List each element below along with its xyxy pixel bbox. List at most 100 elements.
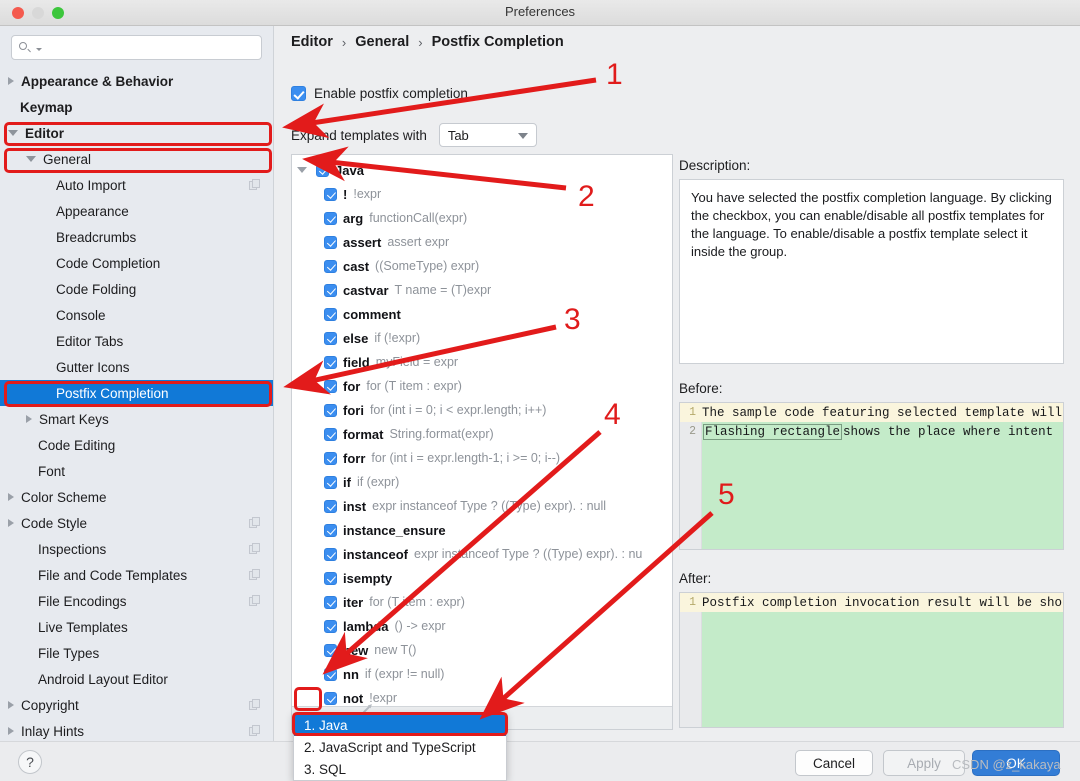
template-checkbox[interactable] [324, 691, 337, 705]
template-row[interactable]: else if (!expr) [292, 326, 672, 350]
template-checkbox[interactable] [324, 595, 337, 609]
template-row[interactable]: nn if (expr != null) [292, 662, 672, 686]
template-row[interactable]: instance_ensure [292, 518, 672, 542]
template-checkbox[interactable] [324, 259, 337, 273]
popup-menu-item[interactable]: 3. SQL [294, 758, 506, 780]
chevron-right-icon[interactable] [8, 77, 14, 85]
template-checkbox[interactable] [324, 667, 337, 681]
sidebar-item-general[interactable]: General [0, 146, 273, 172]
template-checkbox[interactable] [324, 499, 337, 513]
settings-tree[interactable]: Appearance & Behavior Keymap Editor General… [0, 64, 273, 741]
sidebar-item-postfix-completion[interactable]: Postfix Completion [0, 380, 273, 406]
sidebar-item-code-style[interactable]: Code Style [0, 510, 273, 536]
template-checkbox[interactable] [324, 187, 337, 201]
sidebar-item-editor-tabs[interactable]: Editor Tabs [0, 328, 273, 354]
chevron-right-icon[interactable] [8, 493, 14, 501]
expand-templates-select[interactable]: Tab [438, 123, 537, 147]
template-checkbox[interactable] [324, 427, 337, 441]
template-row[interactable]: new new T() [292, 638, 672, 662]
sidebar-item-file-types[interactable]: File Types [0, 640, 273, 666]
enable-postfix-checkbox[interactable] [291, 86, 306, 101]
template-description: for (int i = expr.length-1; i >= 0; i--) [371, 451, 561, 465]
template-row[interactable]: ! !expr [292, 182, 672, 206]
template-group-checkbox[interactable] [316, 163, 329, 177]
sidebar-item-copyright[interactable]: Copyright [0, 692, 273, 718]
template-checkbox[interactable] [324, 547, 337, 561]
chevron-right-icon[interactable] [8, 701, 14, 709]
template-row[interactable]: not !expr [292, 686, 672, 707]
template-checkbox[interactable] [324, 235, 337, 249]
settings-sidebar[interactable]: Appearance & Behavior Keymap Editor General… [0, 26, 274, 741]
language-popup-menu[interactable]: 1. Java 2. JavaScript and TypeScript 3. SQ… [293, 713, 507, 781]
template-row[interactable]: arg functionCall(expr) [292, 206, 672, 230]
template-row[interactable]: for for (T item : expr) [292, 374, 672, 398]
template-checkbox[interactable] [324, 283, 337, 297]
enable-postfix-row[interactable]: Enable postfix completion [291, 86, 468, 101]
template-list-panel[interactable]: Java! !expr arg functionCall(expr) assert ass… [291, 154, 673, 730]
template-checkbox[interactable] [324, 403, 337, 417]
sidebar-item-font[interactable]: Font [0, 458, 273, 484]
sidebar-item-appearance[interactable]: Appearance [0, 198, 273, 224]
sidebar-item-auto-import[interactable]: Auto Import [0, 172, 273, 198]
template-row[interactable]: if if (expr) [292, 470, 672, 494]
template-row[interactable]: comment [292, 302, 672, 326]
template-checkbox[interactable] [324, 475, 337, 489]
sidebar-item-breadcrumbs[interactable]: Breadcrumbs [0, 224, 273, 250]
sidebar-item-smart-keys[interactable]: Smart Keys [0, 406, 273, 432]
template-row[interactable]: castvar T name = (T)expr [292, 278, 672, 302]
template-row[interactable]: forr for (int i = expr.length-1; i >= 0; … [292, 446, 672, 470]
template-checkbox[interactable] [324, 451, 337, 465]
chevron-down-icon[interactable] [297, 167, 307, 173]
search-input[interactable] [11, 35, 262, 60]
popup-menu-item[interactable]: 2. JavaScript and TypeScript [294, 736, 506, 758]
sidebar-item-inspections[interactable]: Inspections [0, 536, 273, 562]
sidebar-item-appearance-behavior[interactable]: Appearance & Behavior [0, 68, 273, 94]
sidebar-item-gutter-icons[interactable]: Gutter Icons [0, 354, 273, 380]
template-row[interactable]: isempty [292, 566, 672, 590]
sidebar-item-live-templates[interactable]: Live Templates [0, 614, 273, 640]
code-text: shows the place where intent [843, 424, 1054, 439]
chevron-right-icon[interactable] [8, 727, 14, 735]
sidebar-item-android-layout-editor[interactable]: Android Layout Editor [0, 666, 273, 692]
template-checkbox[interactable] [324, 331, 337, 345]
breadcrumb-part[interactable]: Editor [291, 34, 333, 50]
template-checkbox[interactable] [324, 379, 337, 393]
template-row[interactable]: instanceof expr instanceof Type ? ((Type)… [292, 542, 672, 566]
template-checkbox[interactable] [324, 355, 337, 369]
template-checkbox[interactable] [324, 307, 337, 321]
template-row[interactable]: cast ((SomeType) expr) [292, 254, 672, 278]
sidebar-item-file-and-code-templates[interactable]: File and Code Templates [0, 562, 273, 588]
sidebar-item-color-scheme[interactable]: Color Scheme [0, 484, 273, 510]
template-checkbox[interactable] [324, 211, 337, 225]
sidebar-item-code-completion[interactable]: Code Completion [0, 250, 273, 276]
template-checkbox[interactable] [324, 643, 337, 657]
template-checkbox[interactable] [324, 523, 337, 537]
sidebar-item-editor[interactable]: Editor [0, 120, 273, 146]
sidebar-item-code-folding[interactable]: Code Folding [0, 276, 273, 302]
sidebar-item-code-editing[interactable]: Code Editing [0, 432, 273, 458]
template-key: else [343, 330, 369, 346]
sidebar-item-file-encodings[interactable]: File Encodings [0, 588, 273, 614]
template-row[interactable]: iter for (T item : expr) [292, 590, 672, 614]
template-row[interactable]: assert assert expr [292, 230, 672, 254]
chevron-down-icon[interactable] [8, 130, 18, 136]
chevron-right-icon[interactable] [26, 415, 32, 423]
template-row[interactable]: lambda () -> expr [292, 614, 672, 638]
template-row[interactable]: inst expr instanceof Type ? ((Type) expr)… [292, 494, 672, 518]
chevron-down-icon[interactable] [26, 156, 36, 162]
chevron-right-icon[interactable] [8, 519, 14, 527]
template-key: format [343, 426, 384, 442]
cancel-button[interactable]: Cancel [795, 750, 873, 776]
template-row[interactable]: field myField = expr [292, 350, 672, 374]
template-group-row[interactable]: Java [292, 158, 672, 182]
template-checkbox[interactable] [324, 571, 337, 585]
sidebar-item-inlay-hints[interactable]: Inlay Hints [0, 718, 273, 741]
chevron-down-icon [36, 47, 42, 51]
popup-menu-item[interactable]: 1. Java [294, 714, 506, 736]
help-button[interactable]: ? [18, 750, 42, 774]
breadcrumb-part[interactable]: General [355, 34, 409, 50]
breadcrumb-part[interactable]: Postfix Completion [432, 34, 564, 50]
sidebar-item-keymap[interactable]: Keymap [0, 94, 273, 120]
template-checkbox[interactable] [324, 619, 337, 633]
sidebar-item-console[interactable]: Console [0, 302, 273, 328]
